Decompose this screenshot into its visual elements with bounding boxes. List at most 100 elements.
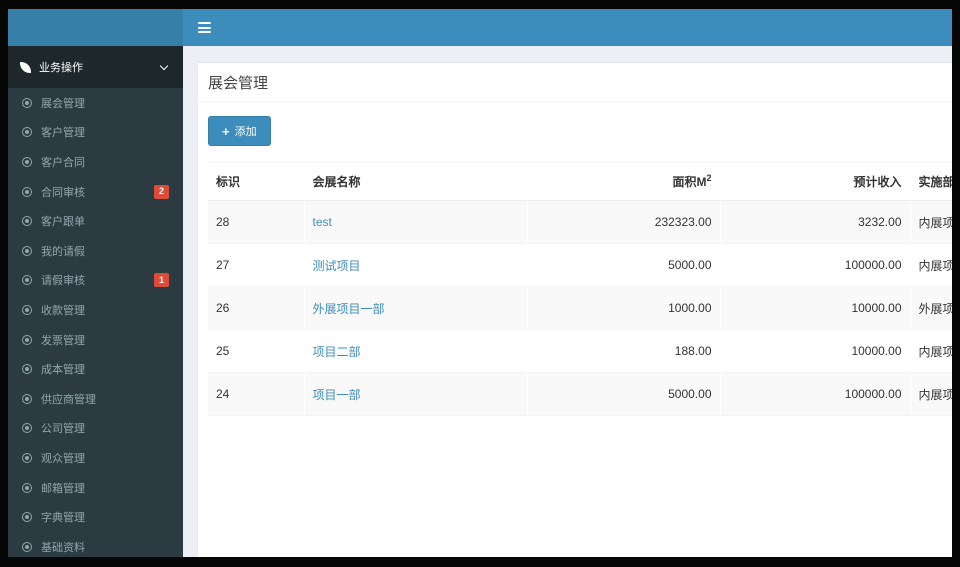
sidebar-item-5[interactable]: 我的请假 [8,236,183,266]
exhibition-name-link[interactable]: 测试项目 [313,259,361,273]
app-window: 业务操作 展会管理客户管理客户合同合同审核 2 客户跟单我的请假 请假审核 1 收款管理发… [8,9,952,557]
circle-dot-icon [22,186,32,197]
add-button-label: 添加 [234,126,257,138]
cell-income: 100000.00 [719,372,910,416]
sidebar-item-3[interactable]: 合同审核 2 [8,177,183,207]
cell-dept: 内展项目 [909,243,952,287]
sidebar-item-13[interactable]: 邮箱管理 [8,473,183,503]
sidebar-item-0[interactable]: 展会管理 [8,88,183,118]
circle-dot-icon [22,423,32,434]
cell-area: 1000.00 [526,286,720,330]
cell-income: 3232.00 [719,200,910,244]
sidebar-item-15[interactable]: 基础资料 [8,532,183,557]
page-title: 展会管理 [208,75,269,92]
sidebar-item-6[interactable]: 请假审核 1 [8,266,183,296]
circle-dot-icon [22,216,32,227]
sidebar-item-label: 观众管理 [41,452,85,465]
cell-name: 项目二部 [303,329,527,373]
cell-id: 26 [208,286,304,330]
sidebar-item-8[interactable]: 发票管理 [8,325,183,355]
sidebar-item-label: 客户跟单 [41,216,85,229]
circle-dot-icon [22,364,32,375]
top-navbar [8,9,952,46]
cell-dept: 外展项目 [909,286,952,330]
exhibitions-table: 标识会展名称面积M2预计收入实施部门 28 test 232323.003232.0… [208,162,952,416]
sidebar-item-label: 展会管理 [41,97,85,110]
circle-dot-icon [22,512,32,523]
notification-badge: 2 [153,184,169,199]
circle-dot-icon [22,393,32,404]
table-row-26: 26 外展项目一部 1000.0010000.00外展项目 [208,286,952,330]
circle-dot-icon [22,304,32,315]
circle-dot-icon [22,275,32,286]
cell-dept: 内展项目 [909,200,952,244]
sidebar-item-2[interactable]: 客户合同 [8,147,183,177]
sidebar-item-label: 客户合同 [41,156,85,169]
cell-name: 项目一部 [303,372,527,416]
exhibition-name-link[interactable]: 项目二部 [313,345,361,359]
body-row: 业务操作 展会管理客户管理客户合同合同审核 2 客户跟单我的请假 请假审核 1 收款管理发… [8,46,952,557]
cell-dept: 内展项目 [909,329,952,373]
cell-id: 27 [208,243,304,287]
cell-area: 188.00 [526,329,720,373]
content-area: 展会管理 + 添加 标识会展名称面积M2预计收入实施部门 28test23232… [183,46,952,557]
chevron-down-icon [159,61,169,71]
superscript: 2 [706,173,712,183]
hamburger-icon [197,20,211,36]
sidebar-item-label: 公司管理 [41,423,85,436]
cell-dept: 内展项目 [909,372,952,416]
circle-dot-icon [22,334,32,345]
sidebar-item-1[interactable]: 客户管理 [8,118,183,148]
exhibition-name-link[interactable]: test [313,215,332,229]
exhibition-name-link[interactable]: 项目一部 [313,388,361,402]
sidebar-item-12[interactable]: 观众管理 [8,443,183,473]
column-header-0: 标识 [208,162,304,201]
sidebar-item-10[interactable]: 供应商管理 [8,384,183,414]
table-header-row: 标识会展名称面积M2预计收入实施部门 [208,162,952,201]
sidebar-toggle-button[interactable] [183,9,225,46]
circle-dot-icon [22,245,32,256]
sidebar-item-label: 请假审核 [41,275,85,288]
sidebar-item-label: 供应商管理 [41,393,96,406]
circle-dot-icon [22,541,32,552]
circle-dot-icon [22,482,32,493]
cell-name: 测试项目 [303,243,527,287]
sidebar-item-14[interactable]: 字典管理 [8,502,183,532]
cell-id: 28 [208,200,304,244]
table-row-27: 27 测试项目 5000.00100000.00内展项目 [208,243,952,287]
treeview-menu: 展会管理客户管理客户合同合同审核 2 客户跟单我的请假 请假审核 1 收款管理发票管理成本… [8,88,183,557]
circle-dot-icon [22,127,32,138]
sidebar-item-label: 收款管理 [41,304,85,317]
exhibition-management-box: 展会管理 + 添加 标识会展名称面积M2预计收入实施部门 28test23232… [198,62,952,557]
cell-income: 10000.00 [719,286,910,330]
circle-dot-icon [22,97,32,108]
cell-area: 232323.00 [526,200,720,244]
sidebar-item-label: 字典管理 [41,512,85,525]
column-header-1: 会展名称 [303,162,527,201]
cell-income: 100000.00 [719,243,910,287]
sidebar-item-7[interactable]: 收款管理 [8,295,183,325]
cell-name: test [303,200,527,244]
table-container: 标识会展名称面积M2预计收入实施部门 28 test 232323.003232.0… [208,162,952,416]
sidebar-item-label: 合同审核 [41,186,85,199]
sidebar-item-label: 基础资料 [41,541,85,554]
sidebar-item-label: 成本管理 [41,364,85,377]
cell-income: 10000.00 [719,329,910,373]
sidebar-section-business-operations[interactable]: 业务操作 [8,46,183,88]
sidebar-item-label: 邮箱管理 [41,482,85,495]
table-row-28: 28 test 232323.003232.00内展项目 [208,200,952,244]
exhibition-name-link[interactable]: 外展项目一部 [313,302,385,316]
table-row-24: 24 项目一部 5000.00100000.00内展项目 [208,372,952,416]
sidebar-item-11[interactable]: 公司管理 [8,414,183,444]
cell-id: 25 [208,329,304,373]
circle-dot-icon [22,452,32,463]
logo-area [8,9,183,46]
cell-id: 24 [208,372,304,416]
circle-dot-icon [22,156,32,167]
sidebar-item-4[interactable]: 客户跟单 [8,206,183,236]
cell-area: 5000.00 [526,372,720,416]
add-button[interactable]: + 添加 [208,116,271,146]
column-header-2: 面积M2 [526,162,720,201]
sidebar: 业务操作 展会管理客户管理客户合同合同审核 2 客户跟单我的请假 请假审核 1 收款管理发… [8,46,183,557]
sidebar-item-9[interactable]: 成本管理 [8,354,183,384]
